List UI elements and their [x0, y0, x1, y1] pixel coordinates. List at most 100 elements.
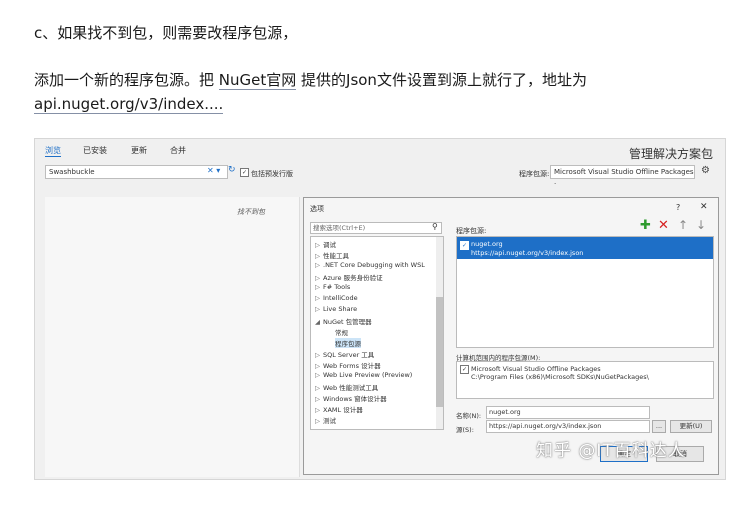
nuget-tabs: 浏览 已安装 更新 合并 管理解决方案包 [35, 139, 725, 165]
source-checkbox[interactable]: ✓ [460, 241, 469, 250]
package-source-select[interactable]: Microsoft Visual Studio Offline Packages… [550, 165, 695, 188]
machine-source-path: C:\Program Files (x86)\Microsoft SDKs\Nu… [471, 373, 649, 381]
tree-item[interactable]: ▷ Windows 窗体设计器 [315, 393, 387, 403]
source-name: nuget.org [471, 240, 503, 248]
expand-arrow-icon[interactable]: ▷ [315, 406, 320, 414]
tree-item[interactable]: ▷ Live Share [315, 305, 357, 313]
tree-item-label: Web 性能测试工具 [323, 384, 379, 392]
options-dialog: 选项 ? ✕ 搜索选项(Ctrl+E) ⚲ ▷ 调试 ▷ 性能工具 ▷ .NET Core… [303, 197, 719, 475]
tab-consolidate[interactable]: 合并 [170, 145, 186, 156]
search-icon: ⚲ [432, 222, 438, 231]
machine-source-list: ✓ Microsoft Visual Studio Offline Packag… [456, 361, 714, 399]
screenshot-image: 浏览 已安装 更新 合并 管理解决方案包 Swashbuckle ✕ ▾ ↻ ✓… [34, 138, 726, 480]
tree-item-label: 程序包源 [335, 340, 361, 348]
not-found-text: 找不到包 [237, 208, 265, 216]
tab-updates[interactable]: 更新 [131, 145, 147, 156]
tree-item-label: .NET Core Debugging with WSL [323, 261, 425, 269]
tree-item[interactable]: ▷ 调试 [315, 239, 336, 249]
expand-arrow-icon[interactable]: ▷ [315, 252, 320, 260]
machine-source-checkbox[interactable]: ✓ [460, 365, 469, 374]
nuget-link[interactable]: NuGet官网 [218, 71, 297, 90]
tree-item-label: Azure 服务身份验证 [323, 274, 383, 282]
remove-icon[interactable]: ✕ [658, 218, 669, 233]
paragraph-2-suffix: 提供的Json文件设置到源上就行了，地址为 [296, 71, 587, 89]
tree-scrollbar-thumb[interactable] [436, 297, 443, 407]
tree-item[interactable]: ▷ Web Live Preview (Preview) [315, 371, 412, 379]
expand-arrow-icon[interactable]: ▷ [315, 283, 320, 291]
tree-item-label: IntelliCode [323, 294, 358, 302]
options-tree: ▷ 调试 ▷ 性能工具 ▷ .NET Core Debugging with WSL ▷ Az… [310, 236, 444, 430]
tree-item[interactable]: ▷ SQL Server 工具 [315, 349, 374, 359]
name-input[interactable]: nuget.org [486, 406, 650, 419]
tree-scrollbar[interactable] [436, 237, 443, 429]
expand-arrow-icon[interactable]: ▷ [315, 274, 320, 282]
source-input[interactable]: https://api.nuget.org/v3/index.json [486, 420, 650, 433]
source-url: https://api.nuget.org/v3/index.json [471, 249, 584, 257]
tree-item-label: Web Live Preview (Preview) [323, 371, 413, 379]
expand-arrow-icon[interactable]: ▷ [315, 241, 320, 249]
tree-item-label: Live Share [323, 305, 358, 313]
tree-item[interactable]: ▷ IntelliCode [315, 294, 358, 302]
tree-item-label: Web Forms 设计器 [323, 362, 381, 370]
expand-arrow-icon[interactable]: ▷ [315, 371, 320, 379]
arrow-up-icon[interactable]: ↑ [678, 218, 688, 232]
prerelease-label: 包括预发行版 [251, 170, 293, 178]
tree-item-label: 性能工具 [323, 252, 349, 260]
tree-item[interactable]: ▷ Azure 服务身份验证 [315, 272, 383, 282]
tree-item[interactable]: 常规 [335, 327, 348, 337]
tab-browse[interactable]: 浏览 [45, 145, 61, 157]
tab-installed[interactable]: 已安装 [83, 145, 107, 156]
tree-item-label: F# Tools [323, 283, 351, 291]
dialog-title: 选项 [310, 205, 324, 213]
expand-arrow-icon[interactable]: ▷ [315, 384, 320, 392]
expand-arrow-icon[interactable]: ▷ [315, 362, 320, 370]
manager-title: 管理解决方案包 [628, 147, 713, 161]
add-icon[interactable]: ✚ [640, 218, 651, 233]
collapse-arrow-icon[interactable]: ◢ [315, 318, 320, 326]
machine-source-name: Microsoft Visual Studio Offline Packages [471, 365, 601, 373]
sources-label: 程序包源: [456, 227, 487, 235]
tree-item[interactable]: ▷ 测试 [315, 415, 336, 425]
watermark: 知乎 @IT百科达人 [536, 441, 686, 461]
prerelease-checkbox[interactable]: ✓ [240, 168, 249, 177]
tree-item[interactable]: ◢ NuGet 包管理器 [315, 316, 372, 326]
tree-item[interactable]: ▷ .NET Core Debugging with WSL [315, 261, 425, 269]
gear-icon[interactable]: ⚙ [701, 165, 710, 176]
expand-arrow-icon[interactable]: ▷ [315, 294, 320, 302]
paragraph-2: 添加一个新的程序包源。把 NuGet官网 提供的Json文件设置到源上就行了，地… [34, 68, 714, 116]
clear-search-icon[interactable]: ✕ ▾ [207, 166, 220, 175]
paragraph-2-prefix: 添加一个新的程序包源。把 [34, 71, 219, 89]
paragraph-1: c、如果找不到包，则需要改程序包源， [34, 24, 298, 42]
tree-item[interactable]: ▷ XAML 设计器 [315, 404, 363, 414]
expand-arrow-icon[interactable]: ▷ [315, 395, 320, 403]
help-button[interactable]: ? [676, 203, 680, 212]
package-list-pane [45, 197, 300, 477]
tree-item[interactable]: ▷ Web Forms 设计器 [315, 360, 381, 370]
tree-item-label: 常规 [335, 329, 348, 337]
expand-arrow-icon[interactable]: ▷ [315, 351, 320, 359]
package-search-input[interactable]: Swashbuckle [45, 165, 228, 179]
tree-item[interactable]: 程序包源 [335, 338, 361, 348]
tree-item[interactable]: ▷ Web 性能测试工具 [315, 382, 378, 392]
name-label: 名称(N): [456, 412, 482, 420]
arrow-down-icon[interactable]: ↓ [696, 218, 706, 232]
tree-item-label: SQL Server 工具 [323, 351, 375, 359]
options-search-input[interactable]: 搜索选项(Ctrl+E) [310, 222, 442, 234]
source-item-nuget[interactable]: ✓ nuget.org https://api.nuget.org/v3/ind… [457, 237, 713, 259]
expand-arrow-icon[interactable]: ▷ [315, 261, 320, 269]
tree-item-label: Windows 窗体设计器 [323, 395, 387, 403]
expand-arrow-icon[interactable]: ▷ [315, 305, 320, 313]
tree-item-label: 调试 [323, 241, 336, 249]
api-url-link[interactable]: api.nuget.org/v3/index.... [34, 95, 224, 114]
source-list: ✓ nuget.org https://api.nuget.org/v3/ind… [456, 236, 714, 348]
tree-item-label: XAML 设计器 [323, 406, 363, 414]
expand-arrow-icon[interactable]: ▷ [315, 417, 320, 425]
tree-item-label: NuGet 包管理器 [323, 318, 372, 326]
tree-item[interactable]: ▷ F# Tools [315, 283, 350, 291]
browse-button[interactable]: ... [652, 420, 666, 433]
update-button[interactable]: 更新(U) [670, 420, 712, 433]
source-label: 源(S): [456, 426, 474, 434]
close-icon[interactable]: ✕ [700, 202, 708, 212]
refresh-icon[interactable]: ↻ [228, 165, 236, 175]
tree-item[interactable]: ▷ 性能工具 [315, 250, 349, 260]
